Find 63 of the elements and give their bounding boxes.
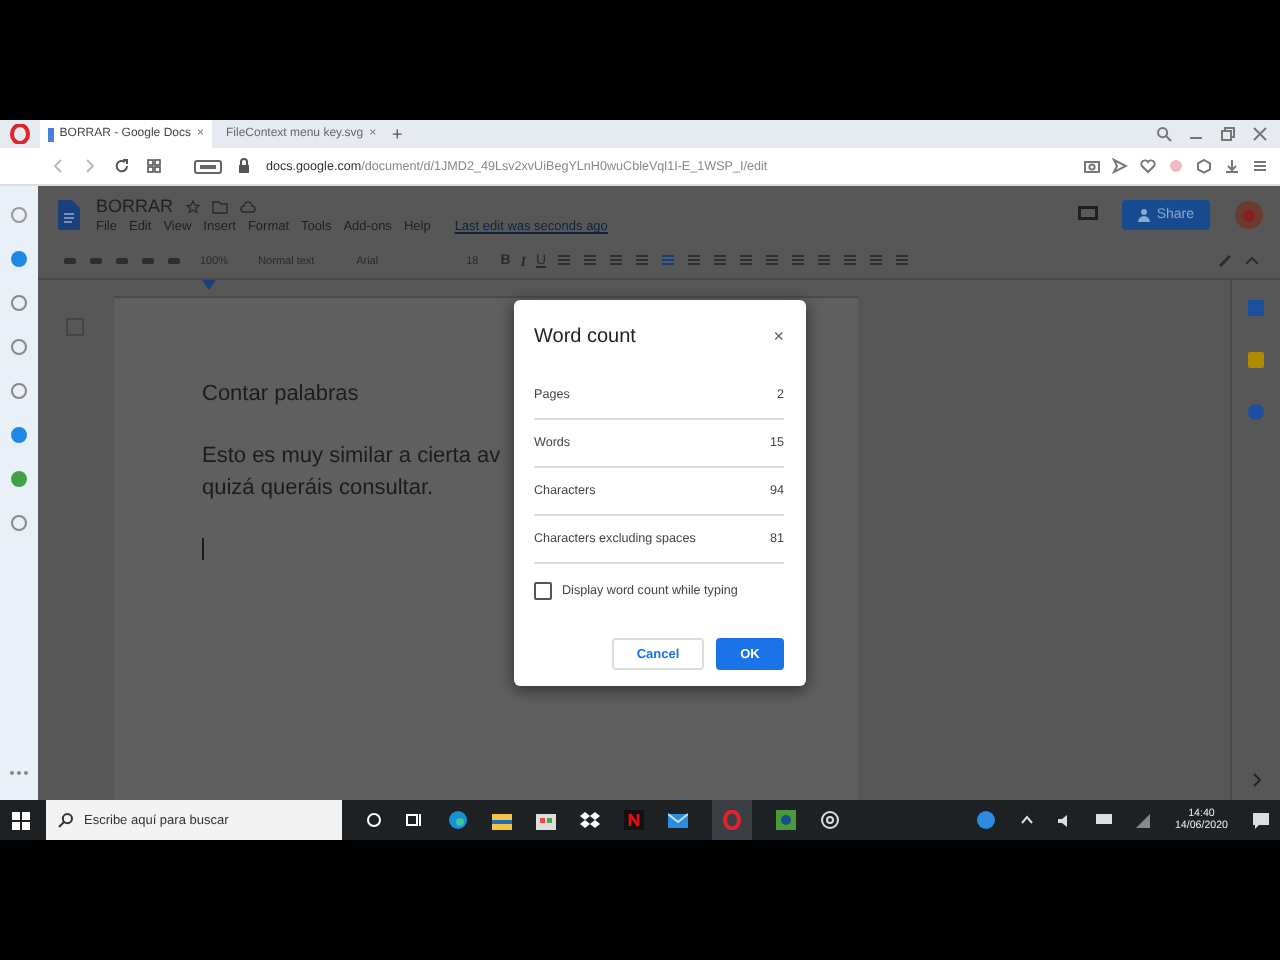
document-text: Contar palabras: [202, 382, 359, 406]
close-icon[interactable]: [1252, 126, 1268, 142]
dialog-title: Word count: [534, 325, 636, 347]
netflix-icon[interactable]: [624, 810, 644, 830]
dropbox-icon[interactable]: [580, 810, 600, 830]
reload-icon[interactable]: [114, 158, 130, 174]
toolbar-icon[interactable]: [712, 254, 729, 268]
folder-icon[interactable]: [492, 811, 512, 829]
toolbar-icon[interactable]: [556, 254, 573, 268]
new-tab-button[interactable]: +: [392, 124, 403, 144]
notification-icon[interactable]: [1252, 811, 1270, 829]
collapse-icon[interactable]: [1244, 254, 1260, 268]
cortana-icon[interactable]: [366, 812, 382, 828]
opera-taskbar-button[interactable]: [712, 799, 752, 841]
aperture-icon[interactable]: [820, 810, 840, 830]
toolbar-icon[interactable]: [738, 254, 755, 268]
camera-icon[interactable]: [1084, 158, 1100, 174]
document-title[interactable]: BORRAR: [96, 196, 174, 216]
toolbar-icon[interactable]: [842, 254, 859, 268]
send-icon[interactable]: [1112, 158, 1128, 174]
search-icon[interactable]: [1156, 126, 1172, 142]
opera-logo-icon[interactable]: [10, 124, 30, 144]
download-icon[interactable]: [1224, 158, 1240, 174]
toolbar-icon[interactable]: [894, 254, 911, 268]
vpn-icon[interactable]: [194, 159, 222, 173]
expand-icon[interactable]: [1248, 772, 1264, 788]
toolbar-icon[interactable]: [608, 254, 625, 268]
close-button[interactable]: ×: [773, 326, 784, 346]
text-cursor: [202, 537, 204, 559]
grid-icon[interactable]: [146, 158, 162, 174]
toolbar-icon[interactable]: [686, 254, 703, 268]
camera-app-icon[interactable]: [776, 810, 796, 830]
indent-marker-icon[interactable]: [202, 280, 216, 290]
cloud-icon[interactable]: [239, 199, 256, 213]
menu-icon[interactable]: [1252, 158, 1268, 174]
document-text: quizá queráis consultar.: [202, 475, 434, 499]
task-view-icon[interactable]: [406, 812, 424, 828]
mail-icon[interactable]: [668, 811, 688, 829]
document-text: Esto es muy similar a cierta av: [202, 444, 501, 468]
toolbar-icon[interactable]: [764, 254, 781, 268]
toolbar-icon[interactable]: [868, 254, 885, 268]
toolbar-icon[interactable]: [634, 254, 651, 268]
pencil-icon[interactable]: [1218, 254, 1234, 268]
forward-icon[interactable]: [82, 158, 98, 174]
checkbox[interactable]: [534, 582, 552, 600]
opera-icon: [722, 809, 742, 829]
person-icon: [1138, 208, 1151, 222]
toolbar-icon[interactable]: [816, 254, 833, 268]
edge-icon[interactable]: [448, 810, 468, 830]
toolbar-icon[interactable]: [790, 254, 807, 268]
cube-icon[interactable]: [1196, 158, 1212, 174]
back-icon[interactable]: [50, 158, 66, 174]
speaker-icon[interactable]: [1058, 813, 1073, 827]
chevron-up-icon[interactable]: [1020, 814, 1035, 826]
toolbar-icon[interactable]: [582, 254, 599, 268]
search-icon: [58, 812, 74, 828]
store-icon[interactable]: [536, 810, 556, 830]
more-icon[interactable]: [10, 770, 28, 776]
restore-icon[interactable]: [1220, 126, 1236, 142]
windows-logo-icon[interactable]: [12, 811, 30, 829]
heart-icon[interactable]: [1140, 158, 1156, 174]
docs-logo-icon[interactable]: [58, 200, 80, 230]
lock-icon: [238, 158, 250, 174]
